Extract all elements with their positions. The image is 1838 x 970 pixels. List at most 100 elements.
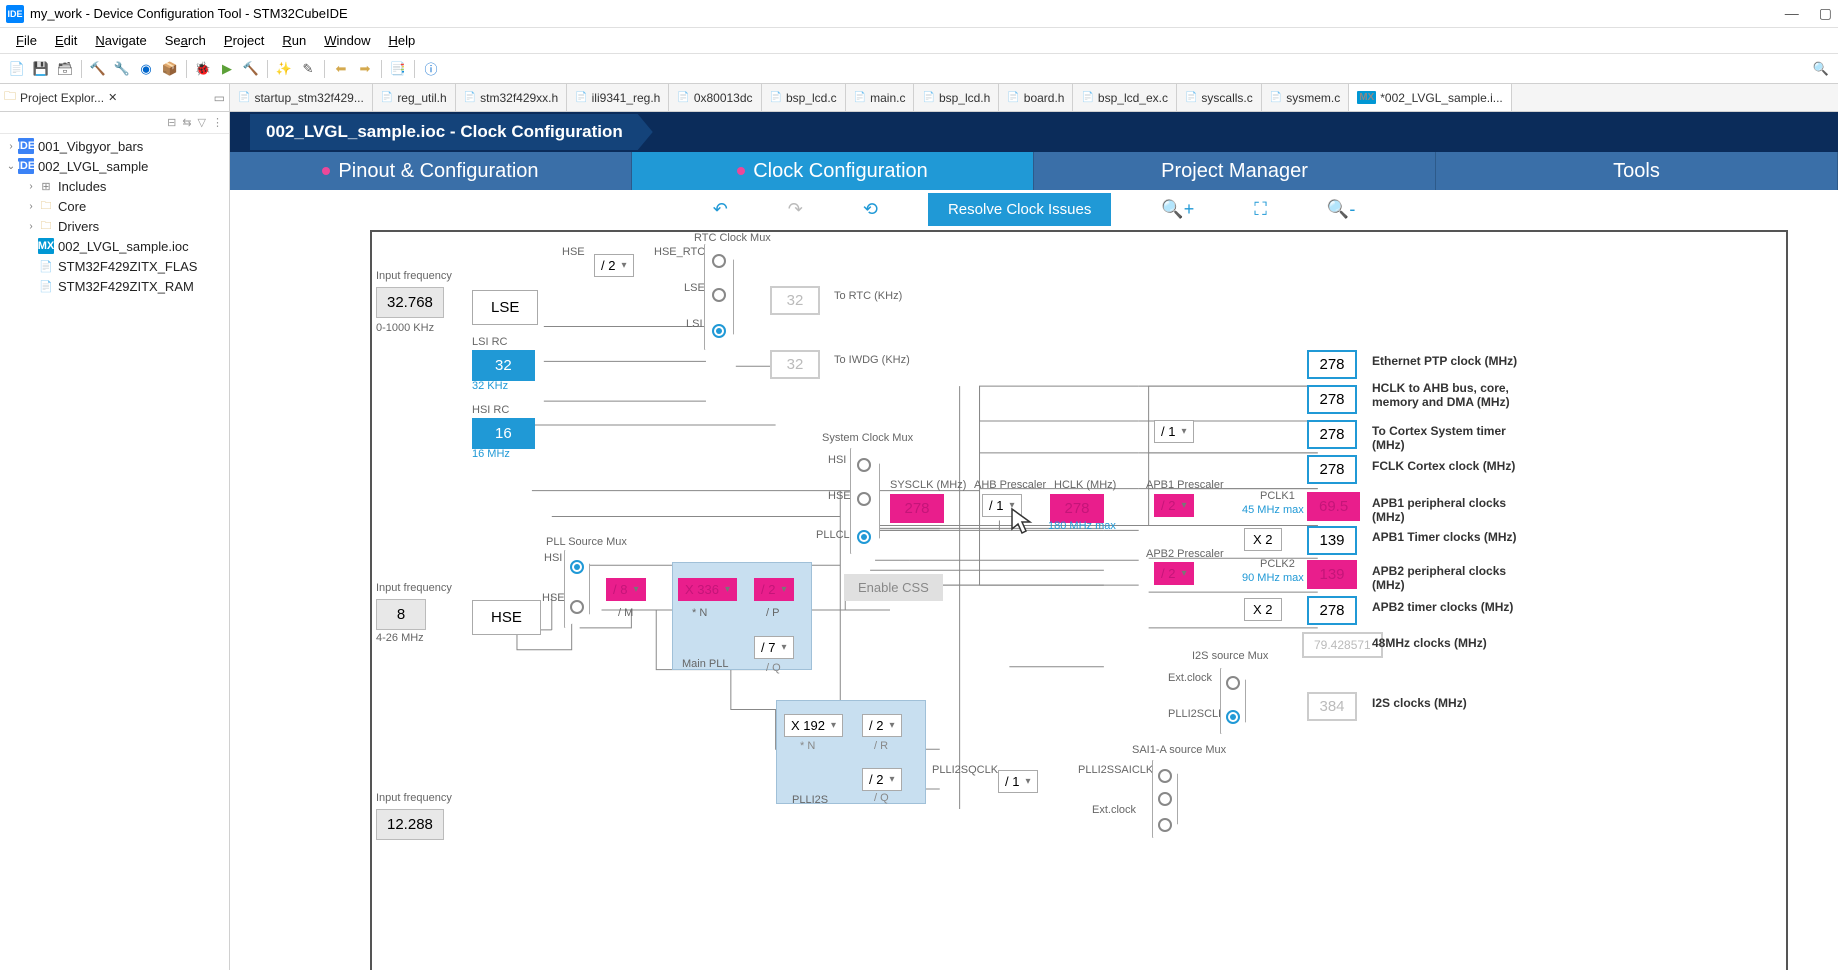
editor-tab[interactable]: 📄syscalls.c [1177, 84, 1262, 111]
sai-mux-radio-3[interactable] [1158, 818, 1172, 832]
folder-icon: 🗀 [38, 198, 54, 214]
editor-tab[interactable]: 📄board.h [999, 84, 1073, 111]
menu-help[interactable]: Help [380, 30, 423, 51]
menu-edit[interactable]: Edit [47, 30, 85, 51]
hse-freq-input[interactable]: 8 [376, 599, 426, 630]
sai-div-select[interactable]: / 1 [998, 770, 1038, 793]
ahb-prescaler-select[interactable]: / 1 [982, 494, 1022, 517]
apb1-timer-value: 139 [1307, 526, 1357, 555]
file-icon: 📄 [38, 258, 54, 274]
view-menu-icon[interactable]: ⋮ [212, 116, 223, 129]
menu-navigate[interactable]: Navigate [87, 30, 154, 51]
tab-clock[interactable]: Clock Configuration [632, 152, 1034, 190]
editor-tab[interactable]: 📄sysmem.c [1262, 84, 1349, 111]
sai-mux-radio-2[interactable] [1158, 792, 1172, 806]
enable-css-button[interactable]: Enable CSS [844, 574, 943, 601]
tree-item-002[interactable]: ⌄IDE 002_LVGL_sample [0, 156, 229, 176]
menu-search[interactable]: Search [157, 30, 214, 51]
tree-item-ram[interactable]: 📄 STM32F429ZITX_RAM [0, 276, 229, 296]
pll-mux-radio-hse[interactable] [570, 600, 584, 614]
zoom-out-icon[interactable]: 🔍- [1317, 195, 1365, 224]
hse-rtc-div-select[interactable]: / 2 [594, 254, 634, 277]
maximize-button[interactable]: ▢ [1819, 5, 1832, 22]
editor-tab[interactable]: 📄main.c [846, 84, 915, 111]
sai-mux-radio-1[interactable] [1158, 769, 1172, 783]
sys-mux-radio-pll[interactable] [857, 530, 871, 544]
pll-q-select[interactable]: / 7 [754, 636, 794, 659]
editor-tab[interactable]: 📄bsp_lcd_ex.c [1073, 84, 1177, 111]
clock-diagram[interactable]: Input frequency 32.768 0-1000 KHz Input … [370, 230, 1788, 970]
tree-item-drivers[interactable]: ›🗀 Drivers [0, 216, 229, 236]
sidebar-min-icon[interactable]: ▭ [214, 91, 225, 105]
rtc-mux-radio-hse[interactable] [712, 254, 726, 268]
build-icon[interactable]: 🔨 [87, 58, 109, 80]
tree-item-ioc[interactable]: MX 002_LVGL_sample.ioc [0, 236, 229, 256]
apb2-prescaler-select[interactable]: / 2 [1154, 562, 1194, 585]
editor-tab[interactable]: 📄reg_util.h [373, 84, 456, 111]
tree-item-includes[interactable]: ›⊞ Includes [0, 176, 229, 196]
plli2s-n-select[interactable]: X 192 [784, 714, 843, 737]
tab-tools[interactable]: Tools [1436, 152, 1838, 190]
rtc-mux-radio-lsi[interactable] [712, 324, 726, 338]
zoom-in-icon[interactable]: 🔍+ [1151, 195, 1204, 224]
editor-tab[interactable]: 📄0x80013dc [669, 84, 761, 111]
run-icon[interactable]: ▶ [216, 58, 238, 80]
search-icon[interactable]: ✨ [273, 58, 295, 80]
rtc-mux-radio-lse[interactable] [712, 288, 726, 302]
new-icon[interactable]: 📄 [6, 58, 28, 80]
sys-mux-radio-hse[interactable] [857, 492, 871, 506]
pll-mux-radio-hsi[interactable] [570, 560, 584, 574]
tree-item-core[interactable]: ›🗀 Core [0, 196, 229, 216]
save-icon[interactable]: 💾 [30, 58, 52, 80]
filter-icon[interactable]: ▽ [198, 116, 206, 129]
info-icon[interactable]: ⓘ [420, 58, 442, 80]
external-icon[interactable]: 🔨 [240, 58, 262, 80]
lse-freq-input[interactable]: 32.768 [376, 287, 444, 318]
debug-icon[interactable]: 🐞 [192, 58, 214, 80]
i2s-freq-input[interactable]: 12.288 [376, 809, 444, 840]
build-config-icon[interactable]: 🔧 [111, 58, 133, 80]
editor-tab[interactable]: 📄stm32f429xx.h [456, 84, 568, 111]
cortex-timer-value: 278 [1307, 420, 1357, 449]
i2s-mux-radio-pll[interactable] [1226, 710, 1240, 724]
cortex-div-select[interactable]: / 1 [1154, 420, 1194, 443]
tree-item-flash[interactable]: 📄 STM32F429ZITX_FLAS [0, 256, 229, 276]
editor-tab-active[interactable]: MX*002_LVGL_sample.i... [1349, 84, 1512, 111]
menu-run[interactable]: Run [274, 30, 314, 51]
pll-n-select[interactable]: X 336 [678, 578, 737, 601]
sidebar-close-icon[interactable]: ✕ [108, 91, 117, 104]
link-editor-icon[interactable]: ⇆ [182, 116, 191, 129]
sys-mux-radio-hsi[interactable] [857, 458, 871, 472]
pll-p-select[interactable]: / 2 [754, 578, 794, 601]
menu-window[interactable]: Window [316, 30, 378, 51]
tree-item-001[interactable]: ›IDE 001_Vibgyor_bars [0, 136, 229, 156]
tab-project-manager[interactable]: Project Manager [1034, 152, 1436, 190]
refresh-icon[interactable]: ⟲ [853, 195, 888, 224]
sdk-icon[interactable]: 📦 [159, 58, 181, 80]
fit-icon[interactable]: ⛶ [1244, 195, 1277, 224]
wand-icon[interactable]: ✎ [297, 58, 319, 80]
minimize-button[interactable]: — [1785, 5, 1799, 22]
i2s-mux-radio-ext[interactable] [1226, 676, 1240, 690]
tab-pinout[interactable]: Pinout & Configuration [230, 152, 632, 190]
apb1-prescaler-select[interactable]: / 2 [1154, 494, 1194, 517]
menu-project[interactable]: Project [216, 30, 272, 51]
nav-back-icon[interactable]: ⬅ [330, 58, 352, 80]
menu-file[interactable]: File [8, 30, 45, 51]
collapse-all-icon[interactable]: ⊟ [167, 116, 176, 129]
plli2s-q-select[interactable]: / 2 [862, 768, 902, 791]
plli2s-r-select[interactable]: / 2 [862, 714, 902, 737]
undo-icon[interactable]: ↶ [703, 195, 738, 224]
resolve-clock-button[interactable]: Resolve Clock Issues [928, 193, 1111, 226]
editor-tab[interactable]: 📄startup_stm32f429... [230, 84, 373, 111]
save-all-icon[interactable]: 🗃 [54, 58, 76, 80]
toolbar-search-icon[interactable]: 🔍 [1810, 58, 1832, 80]
editor-tab[interactable]: 📄bsp_lcd.h [914, 84, 999, 111]
editor-tab[interactable]: 📄ili9341_reg.h [567, 84, 669, 111]
nav-fwd-icon[interactable]: ➡ [354, 58, 376, 80]
redo-icon[interactable]: ↷ [778, 195, 813, 224]
editor-tab[interactable]: 📄bsp_lcd.c [762, 84, 846, 111]
pll-m-select[interactable]: / 8 [606, 578, 646, 601]
target-icon[interactable]: ◉ [135, 58, 157, 80]
open-type-icon[interactable]: 📑 [387, 58, 409, 80]
